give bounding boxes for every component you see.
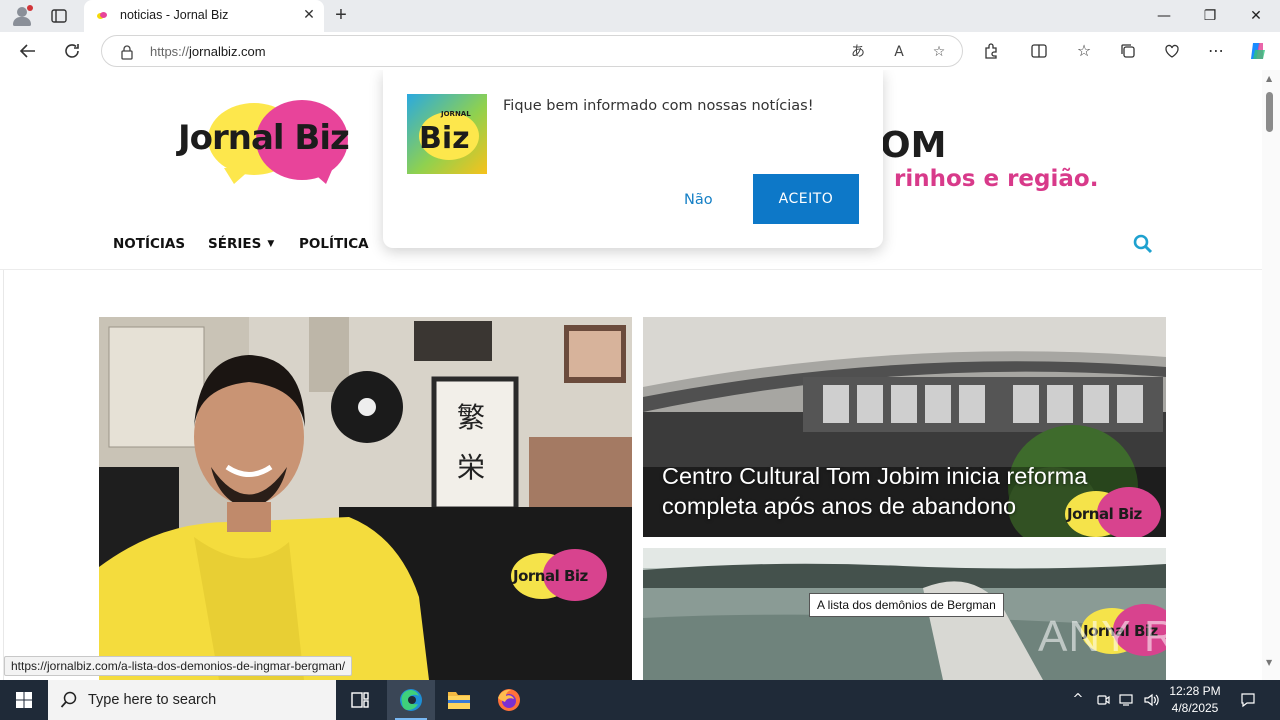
- url-text[interactable]: https://jornalbiz.com: [150, 44, 266, 59]
- banner-subtext: rinhos e região.: [894, 166, 1099, 192]
- scrollbar-thumb[interactable]: [1266, 92, 1273, 132]
- site-favicon-icon: [97, 11, 107, 21]
- nav-item-series[interactable]: SÉRIES ▼: [208, 236, 274, 252]
- nav-item-politica[interactable]: POLÍTICA: [299, 236, 369, 252]
- meet-now-icon[interactable]: [1092, 680, 1114, 720]
- new-tab-icon[interactable]: +: [330, 4, 352, 26]
- clock-time: 12:28 PM: [1169, 684, 1221, 698]
- link-tooltip: A lista dos demônios de Bergman: [809, 593, 1004, 617]
- banner-text: OM: [880, 125, 947, 166]
- browser-tab-strip: noticias - Jornal Biz ✕ + — ❐ ✕: [0, 0, 1280, 32]
- read-aloud-icon[interactable]: A: [888, 41, 910, 63]
- minimize-icon[interactable]: —: [1141, 0, 1187, 32]
- restore-icon[interactable]: ❐: [1187, 0, 1233, 32]
- firefox-icon[interactable]: [485, 680, 533, 720]
- reject-button[interactable]: Não: [684, 192, 713, 208]
- window-close-icon[interactable]: ✕: [1233, 0, 1279, 32]
- anyrun-watermark: ANY RUN: [1038, 612, 1243, 661]
- site-search-icon[interactable]: [1133, 234, 1153, 254]
- featured-photo: 繁 栄: [99, 317, 632, 680]
- notification-consent-popup: Biz JORNAL Fique bem informado com nossa…: [383, 70, 883, 248]
- jornal-biz-app-icon: Biz JORNAL: [407, 94, 487, 174]
- article-logo-watermark: Jornal Biz: [509, 549, 609, 609]
- article-logo-watermark: Jornal Biz: [1063, 487, 1163, 537]
- address-bar[interactable]: https://jornalbiz.com あ A ☆: [101, 35, 963, 67]
- edge-taskbar-icon[interactable]: [387, 680, 435, 720]
- start-button[interactable]: [0, 680, 48, 720]
- volume-icon[interactable]: [1140, 680, 1162, 720]
- extensions-icon[interactable]: [978, 39, 1004, 63]
- lock-icon[interactable]: [120, 44, 134, 60]
- system-clock[interactable]: 12:28 PM 4/8/2025: [1162, 683, 1228, 717]
- svg-text:繁: 繁: [457, 401, 485, 434]
- nav-item-noticias[interactable]: NOTÍCIAS: [113, 236, 185, 252]
- svg-text:JORNAL: JORNAL: [440, 110, 471, 118]
- svg-text:栄: 栄: [457, 451, 485, 484]
- split-screen-icon[interactable]: [1026, 39, 1052, 63]
- featured-article-top-right[interactable]: Centro Cultural Tom Jobim inicia reforma…: [643, 317, 1166, 537]
- browser-toolbar: https://jornalbiz.com あ A ☆ ☆ ⋯: [0, 32, 1280, 70]
- status-bar-url: https://jornalbiz.com/a-lista-dos-demoni…: [4, 656, 353, 676]
- windows-logo-icon: [16, 692, 32, 708]
- logo-text: Jornal Biz: [178, 118, 350, 158]
- taskbar-search[interactable]: Type here to search: [48, 680, 336, 720]
- scroll-up-icon[interactable]: ▲: [1266, 74, 1272, 83]
- page-viewport: Jornal Biz OM rinhos e região. NOTÍCIAS …: [0, 70, 1280, 680]
- refresh-icon[interactable]: [59, 39, 85, 63]
- tab-active[interactable]: noticias - Jornal Biz ✕: [84, 0, 324, 32]
- tab-title: noticias - Jornal Biz: [120, 8, 229, 22]
- collections-icon[interactable]: [1115, 39, 1141, 63]
- search-placeholder: Type here to search: [88, 692, 217, 708]
- scroll-down-icon[interactable]: ▼: [1266, 658, 1272, 667]
- chevron-down-icon: ▼: [267, 239, 275, 249]
- favorites-icon[interactable]: ☆: [1071, 39, 1097, 63]
- browser-essentials-icon[interactable]: [1159, 39, 1185, 63]
- windows-taskbar: Type here to search ^ 12:28 PM 4/8/2025: [0, 680, 1280, 720]
- consent-message: Fique bem informado com nossas notícias!: [503, 98, 814, 114]
- search-icon: [60, 691, 78, 709]
- svg-text:Biz: Biz: [419, 121, 470, 156]
- more-menu-icon[interactable]: ⋯: [1203, 39, 1229, 63]
- site-logo[interactable]: Jornal Biz: [178, 98, 363, 190]
- clock-date: 4/8/2025: [1171, 701, 1219, 715]
- page-scrollbar[interactable]: ▲ ▼: [1262, 70, 1280, 680]
- back-icon[interactable]: [15, 39, 41, 63]
- tab-actions-icon[interactable]: [50, 7, 68, 25]
- translate-icon[interactable]: あ: [847, 41, 869, 63]
- network-icon[interactable]: [1116, 680, 1138, 720]
- notifications-icon[interactable]: [1234, 680, 1262, 720]
- featured-article-main[interactable]: 繁 栄 Jornal Biz: [99, 317, 632, 680]
- task-view-icon[interactable]: [336, 680, 384, 720]
- show-hidden-icons[interactable]: ^: [1068, 680, 1088, 720]
- accept-button[interactable]: ACEITO: [753, 174, 859, 224]
- profile-icon[interactable]: [10, 5, 34, 27]
- file-explorer-icon[interactable]: [435, 680, 483, 720]
- tab-close-icon[interactable]: ✕: [300, 6, 318, 24]
- favorite-star-icon[interactable]: ☆: [928, 41, 950, 63]
- copilot-icon[interactable]: [1245, 39, 1271, 63]
